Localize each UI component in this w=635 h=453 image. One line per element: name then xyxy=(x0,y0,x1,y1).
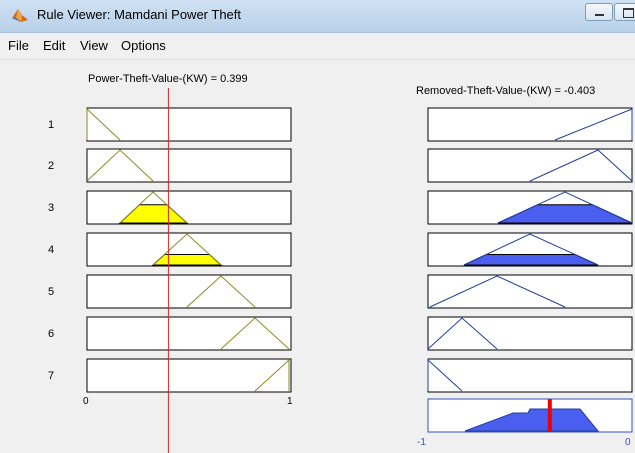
rule-viewer-plots[interactable] xyxy=(0,0,635,453)
input-rule-box xyxy=(86,274,292,309)
output-rule-box xyxy=(427,316,633,351)
input-rule-box xyxy=(86,190,292,225)
input-rule-box xyxy=(86,316,292,351)
output-rule-box xyxy=(427,358,633,393)
input-rule-box xyxy=(86,148,292,183)
input-rule-box xyxy=(86,358,292,393)
output-rule-box xyxy=(427,148,633,183)
output-rule-box xyxy=(427,107,633,142)
input-rule-box xyxy=(86,107,292,142)
